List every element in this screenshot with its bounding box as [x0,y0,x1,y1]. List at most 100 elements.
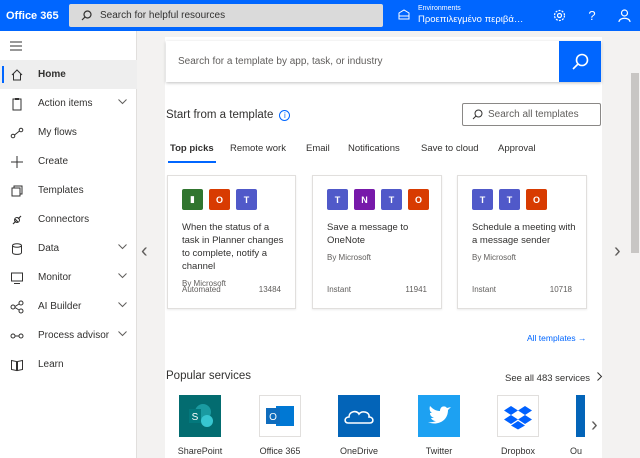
service-label: Ou [569,446,582,456]
search-icon [81,10,92,21]
card-usage-count: 10718 [549,285,572,294]
planner-icon: ▮ [182,189,203,210]
card-footer: Automated 13484 [182,285,281,294]
account-avatar-icon[interactable] [616,7,632,23]
environment-label: Environments [418,5,461,12]
outlook-icon[interactable] [576,395,585,437]
tab-remote-work[interactable]: Remote work [230,143,286,154]
sidebar-item-learn[interactable]: Learn [0,350,137,379]
chevron-down-icon[interactable] [118,302,127,308]
card-footer: Instant 11941 [327,285,427,294]
chevron-down-icon[interactable] [118,331,127,337]
template-search-input[interactable]: Search for a template by app, task, or i… [166,41,601,82]
card-title: Save a message to OneNote [327,222,409,246]
template-search-placeholder: Search for a template by app, task, or i… [178,56,383,67]
card-author: By Microsoft [472,253,517,262]
sidebar-item-my-flows[interactable]: My flows [0,118,137,147]
nav-list: Home Action items My flows Create Templa… [0,60,137,379]
template-search-button[interactable] [559,41,601,82]
search-all-templates-input[interactable]: Search all templates [462,103,601,126]
office-icon: O [526,189,547,210]
chevron-right-icon [596,372,602,381]
plus-icon [11,156,23,168]
card-title: When the status of a task in Planner cha… [182,222,284,272]
monitor-icon [11,272,23,284]
sidebar-item-home[interactable]: Home [0,60,137,89]
top-bar: Office 365 Search for helpful resources … [0,0,640,31]
card-connector-icons: T T O [472,189,547,210]
teams-icon: T [236,189,257,210]
all-templates-link[interactable]: All templates → [527,333,587,343]
template-card[interactable]: T T O Schedule a meeting with a message … [457,175,587,309]
card-footer: Instant 10718 [472,285,572,294]
onedrive-icon[interactable] [338,395,380,437]
card-connector-icons: ▮ O T [182,189,257,210]
carousel-next-arrow-icon[interactable]: › [614,240,621,263]
sidebar-item-templates[interactable]: Templates [0,176,137,205]
service-label: Office 365 [259,446,301,456]
teams-icon: T [472,189,493,210]
sidebar-item-process-advisor[interactable]: Process advisor [0,321,137,350]
card-flow-type: Instant [327,285,352,294]
twitter-icon[interactable] [418,395,460,437]
search-icon [572,53,589,70]
sidebar-item-label: Home [38,69,66,80]
tab-save-to-cloud[interactable]: Save to cloud [421,143,479,154]
brand-title[interactable]: Office 365 [0,10,62,22]
help-search-input[interactable]: Search for helpful resources [69,4,383,27]
outlook-icon[interactable]: O [259,395,301,437]
carousel-prev-arrow-icon[interactable]: ‹ [141,240,148,263]
sidebar-item-ai-builder[interactable]: AI Builder [0,292,137,321]
office-icon: O [209,189,230,210]
search-all-placeholder: Search all templates [488,109,579,120]
settings-gear-icon[interactable] [551,7,567,23]
dropbox-icon[interactable] [497,395,539,437]
sidebar-item-label: My flows [38,127,77,138]
hamburger-menu-icon[interactable] [10,41,22,54]
sidebar-item-data[interactable]: Data [0,234,137,263]
tab-notifications[interactable]: Notifications [348,143,400,154]
tab-approval[interactable]: Approval [498,143,536,154]
services-next-arrow-icon[interactable]: › [591,414,598,437]
svg-text:S: S [192,412,199,423]
info-icon[interactable]: i [279,109,291,121]
sharepoint-icon[interactable]: S [179,395,221,437]
see-all-services-link[interactable]: See all 483 services [505,372,603,384]
tab-email[interactable]: Email [306,143,330,154]
flow-icon [10,127,24,139]
sidebar-item-monitor[interactable]: Monitor [0,263,137,292]
sidebar-item-action-items[interactable]: Action items [0,89,137,118]
section-title: Start from a template i [166,109,291,121]
scroll-thumb[interactable] [631,73,639,253]
onenote-icon: N [354,189,375,210]
chevron-down-icon[interactable] [118,99,127,105]
templates-icon [11,185,23,197]
teams-icon: T [327,189,348,210]
book-icon [11,359,23,372]
template-card[interactable]: ▮ O T When the status of a task in Plann… [167,175,296,309]
chevron-down-icon[interactable] [118,244,127,250]
tab-top-picks[interactable]: Top picks [168,143,216,163]
environment-value: Προεπιλεγμένο περιβά… [418,14,524,25]
sidebar-item-create[interactable]: Create [0,147,137,176]
home-icon [11,69,23,81]
sidebar-item-label: Monitor [38,272,72,283]
sidebar-item-connectors[interactable]: Connectors [0,205,137,234]
sidebar-item-label: Templates [38,185,84,196]
svg-text:O: O [269,412,277,423]
environment-icon [398,9,410,20]
sidebar-item-label: Action items [38,98,93,109]
process-icon [10,333,24,339]
search-icon [472,109,483,120]
vertical-scrollbar[interactable] [630,31,640,458]
popular-services-title: Popular services [166,370,252,382]
teams-icon: T [499,189,520,210]
sidebar-item-label: Process advisor [38,330,110,341]
chevron-down-icon[interactable] [118,273,127,279]
card-connector-icons: T N T O [327,189,429,210]
environment-picker[interactable]: Environments Προεπιλεγμένο περιβά… [398,3,523,25]
card-flow-type: Instant [472,285,497,294]
help-question-icon[interactable]: ? [584,7,600,23]
template-card[interactable]: T N T O Save a message to OneNote By Mic… [312,175,442,309]
ai-icon [10,300,24,314]
